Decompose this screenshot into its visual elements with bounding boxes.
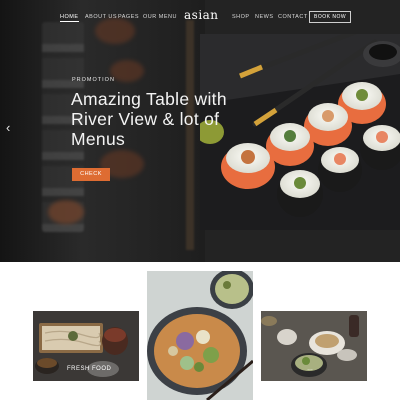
nav-home[interactable]: HOME bbox=[60, 14, 79, 22]
slider-dots bbox=[184, 252, 220, 262]
nav-shop[interactable]: SHOP bbox=[232, 14, 250, 20]
promo-label: PROMOTION bbox=[72, 77, 115, 83]
nav-pages[interactable]: PAGES bbox=[118, 14, 139, 20]
nav-our-menu[interactable]: OUR MENU bbox=[143, 14, 177, 20]
hero-headline: Amazing Table with River View & lot of M… bbox=[71, 89, 227, 149]
site-logo[interactable]: asian bbox=[184, 8, 219, 22]
card-caption: FRESH FOOD bbox=[67, 366, 112, 372]
card-caption: … bbox=[307, 366, 314, 372]
nav-contact[interactable]: CONTACT bbox=[278, 14, 308, 20]
gallery-card-noodles[interactable]: FRESH FOOD bbox=[33, 311, 139, 381]
gallery-card-table[interactable]: … bbox=[261, 311, 367, 381]
book-now-button[interactable]: BOOK NOW bbox=[309, 11, 352, 23]
chevron-left-icon[interactable]: ‹ bbox=[6, 121, 10, 134]
gallery-card-soup[interactable] bbox=[147, 271, 253, 400]
nav-about-us[interactable]: ABOUT US bbox=[85, 14, 117, 20]
hero-slider: HOME ABOUT US PAGES OUR MENU asian SHOP … bbox=[0, 0, 400, 262]
nav-news[interactable]: NEWS bbox=[255, 14, 274, 20]
top-navigation: HOME ABOUT US PAGES OUR MENU asian SHOP … bbox=[0, 8, 400, 26]
check-button[interactable]: CHECK bbox=[72, 168, 110, 181]
